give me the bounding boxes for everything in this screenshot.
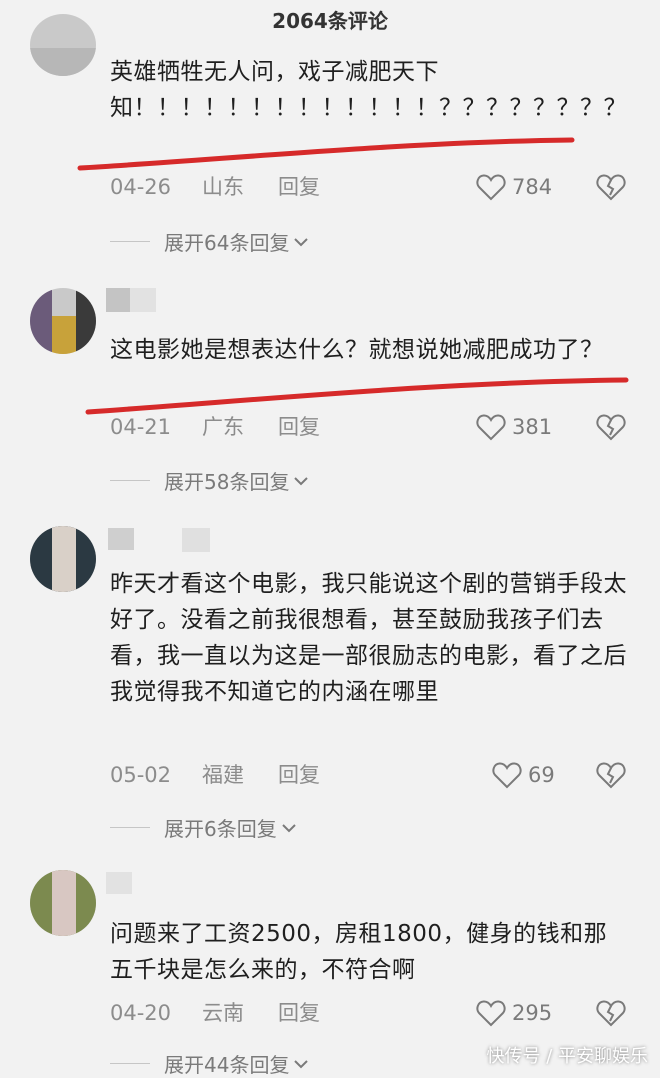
username-blurred [130, 288, 156, 312]
username-blurred [108, 528, 134, 550]
like-button[interactable]: 69 [492, 758, 555, 792]
comment-text: 昨天才看这个电影，我只能说这个剧的营销手段太好了。没看之前我很想看，甚至鼓励我孩… [110, 571, 627, 705]
like-count: 381 [512, 415, 553, 439]
comment-meta: 05-02 福建 回复 69 [110, 758, 630, 792]
expand-replies-button[interactable]: 展开64条回复 [110, 226, 309, 256]
dislike-broken-heart-icon[interactable] [596, 413, 626, 445]
heart-icon [476, 413, 506, 441]
comment-item: 这电影她是想表达什么？就想说她减肥成功了？ 04-21 广东 回复 381 展开… [0, 270, 660, 510]
avatar[interactable] [30, 288, 96, 354]
divider [110, 826, 150, 828]
comment-date: 04-20 [110, 1001, 172, 1025]
expand-replies-label: 展开6条回复 [164, 816, 277, 841]
comment-meta: 04-21 广东 回复 381 [110, 410, 630, 444]
heart-icon [492, 761, 522, 789]
chevron-down-icon [281, 815, 297, 839]
comment-meta: 04-20 云南 回复 295 [110, 996, 630, 1030]
reply-button[interactable]: 回复 [278, 758, 320, 792]
dislike-broken-heart-icon[interactable] [596, 999, 626, 1031]
chevron-down-icon [293, 468, 309, 492]
comment-location: 福建 [202, 763, 244, 787]
watermark: 快传号 / 平安聊娱乐 [486, 1046, 648, 1067]
comment-date: 04-21 [110, 415, 172, 439]
chevron-down-icon [293, 229, 309, 253]
comment-date: 05-02 [110, 763, 172, 787]
comment-location: 广东 [202, 415, 244, 439]
comment-location: 山东 [202, 175, 244, 199]
comment-location: 云南 [202, 1001, 244, 1025]
divider [110, 1062, 150, 1064]
avatar[interactable] [30, 14, 96, 76]
expand-replies-label: 展开58条回复 [164, 469, 290, 494]
comment-meta: 04-26 山东 回复 784 [110, 170, 630, 204]
avatar[interactable] [30, 526, 96, 592]
divider [110, 479, 150, 481]
divider [110, 240, 150, 242]
comment-text: 问题来了工资2500，房租1800，健身的钱和那五千块是怎么来的，不符合啊 [110, 921, 608, 983]
comment-text: 这电影她是想表达什么？就想说她减肥成功了？ [110, 337, 604, 363]
comment-item: 英雄牺牲无人问，戏子减肥天下知！！！！！！！！！！！！！？？？？？？？？ 04-… [0, 0, 660, 270]
heart-icon [476, 999, 506, 1027]
expand-replies-button[interactable]: 展开44条回复 [110, 1048, 309, 1078]
chevron-down-icon [293, 1051, 309, 1075]
like-count: 784 [512, 175, 553, 199]
reply-button[interactable]: 回复 [278, 170, 320, 204]
comment-item: 问题来了工资2500，房租1800，健身的钱和那五千块是怎么来的，不符合啊 04… [0, 860, 660, 1077]
expand-replies-button[interactable]: 展开58条回复 [110, 465, 309, 495]
like-count: 69 [528, 763, 555, 787]
avatar[interactable] [30, 870, 96, 936]
expand-replies-label: 展开44条回复 [164, 1052, 290, 1077]
username-blurred [182, 528, 210, 552]
username-blurred [106, 872, 132, 894]
comment-text: 英雄牺牲无人问，戏子减肥天下知！！！！！！！！！！！！！？？？？？？？？ [110, 59, 627, 121]
reply-button[interactable]: 回复 [278, 410, 320, 444]
dislike-broken-heart-icon[interactable] [596, 761, 626, 793]
heart-icon [476, 173, 506, 201]
expand-replies-button[interactable]: 展开6条回复 [110, 812, 297, 842]
like-count: 295 [512, 1001, 553, 1025]
comment-date: 04-26 [110, 175, 172, 199]
reply-button[interactable]: 回复 [278, 996, 320, 1030]
like-button[interactable]: 784 [476, 170, 552, 204]
dislike-broken-heart-icon[interactable] [596, 173, 626, 205]
username-blurred [106, 288, 130, 312]
like-button[interactable]: 381 [476, 410, 552, 444]
comment-item: 昨天才看这个电影，我只能说这个剧的营销手段太好了。没看之前我很想看，甚至鼓励我孩… [0, 510, 660, 860]
expand-replies-label: 展开64条回复 [164, 230, 290, 255]
like-button[interactable]: 295 [476, 996, 552, 1030]
